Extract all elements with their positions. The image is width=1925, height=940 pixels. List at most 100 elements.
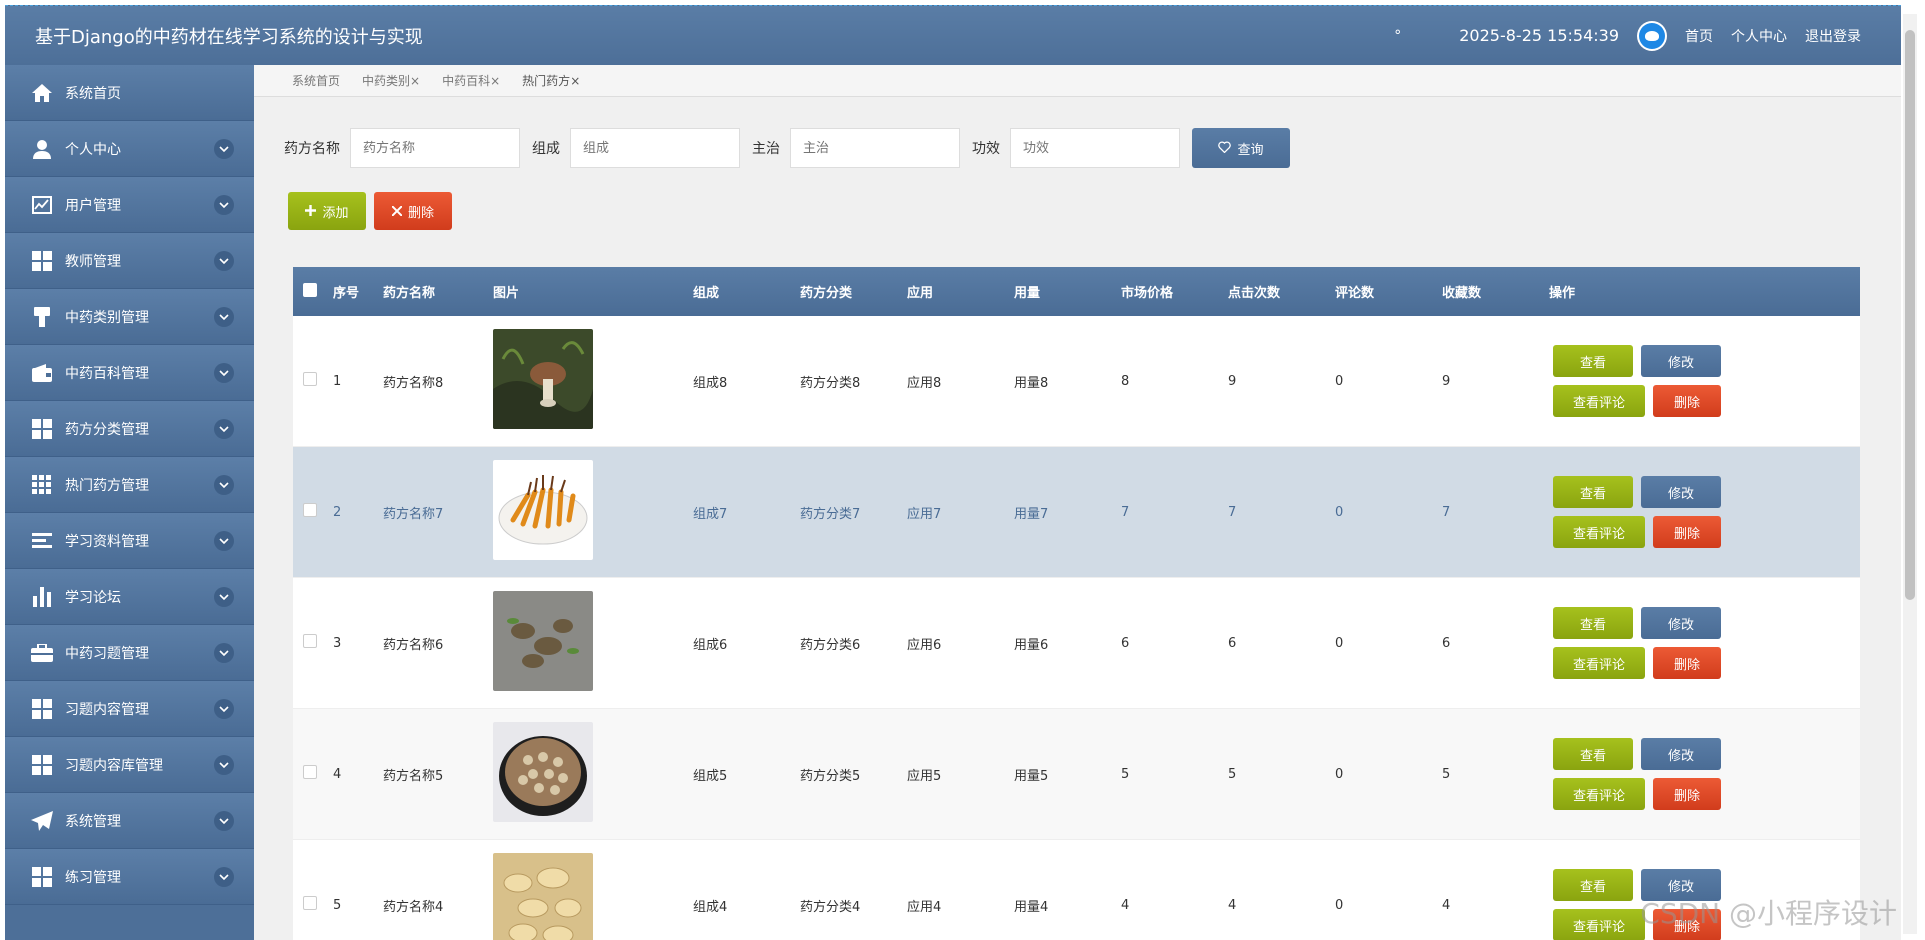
search-input-composition[interactable] xyxy=(570,128,740,168)
row-checkbox[interactable] xyxy=(303,372,317,386)
sidebar-item-11[interactable]: 习题内容管理 xyxy=(5,681,254,737)
tab-1[interactable]: 中药类别× xyxy=(362,72,420,89)
sidebar-item-10[interactable]: 中药习题管理 xyxy=(5,625,254,681)
sidebar-item-12[interactable]: 习题内容库管理 xyxy=(5,737,254,793)
sidebar-item-8[interactable]: 学习资料管理 xyxy=(5,513,254,569)
cell-composition: 组成5 xyxy=(693,768,728,784)
cell-price: 6 xyxy=(1121,635,1130,651)
page-scrollbar[interactable] xyxy=(1903,14,1917,934)
cell-favorites: 6 xyxy=(1442,635,1451,651)
row-delete-button[interactable]: 删除 xyxy=(1652,778,1721,810)
sidebar-item-6[interactable]: 药方分类管理 xyxy=(5,401,254,457)
delete-button[interactable]: 删除 xyxy=(374,192,452,230)
chevron-down-icon xyxy=(214,250,234,271)
view-comments-button[interactable]: 查看评论 xyxy=(1553,909,1645,940)
profile-link[interactable]: 个人中心 xyxy=(1731,26,1787,46)
table-row[interactable]: 5 药方名称4 组成4 药方分类4 应用4 用量4 4 4 0 4 查看 修改 查看评论 删除 xyxy=(293,840,1860,940)
sidebar-item-13[interactable]: 系统管理 xyxy=(5,793,254,849)
sidebar-item-7[interactable]: 热门药方管理 xyxy=(5,457,254,513)
sidebar-item-4[interactable]: 中药类别管理 xyxy=(5,289,254,345)
header-name: 药方名称 xyxy=(383,286,436,301)
row-delete-button[interactable]: 删除 xyxy=(1652,385,1721,417)
chevron-down-icon xyxy=(214,754,234,775)
edit-button[interactable]: 修改 xyxy=(1641,476,1721,508)
view-button[interactable]: 查看 xyxy=(1553,738,1633,770)
cell-index: 4 xyxy=(333,766,342,782)
tab-close-icon[interactable]: × xyxy=(410,74,420,88)
cell-comments: 0 xyxy=(1335,373,1344,389)
tab-2[interactable]: 中药百科× xyxy=(442,72,500,89)
sidebar-item-14[interactable]: 练习管理 xyxy=(5,849,254,905)
cell-clicks: 5 xyxy=(1228,766,1237,782)
cell-dosage: 用量8 xyxy=(1014,375,1049,391)
sidebar-item-2[interactable]: 用户管理 xyxy=(5,177,254,233)
edit-button[interactable]: 修改 xyxy=(1641,345,1721,377)
header-clicks: 点击次数 xyxy=(1228,286,1281,301)
view-button[interactable]: 查看 xyxy=(1553,345,1633,377)
row-checkbox[interactable] xyxy=(303,503,317,517)
chevron-down-icon xyxy=(214,362,234,383)
view-comments-button[interactable]: 查看评论 xyxy=(1553,647,1645,679)
action-bar: 添加 删除 xyxy=(288,192,452,230)
sidebar-item-label: 系统首页 xyxy=(65,85,121,102)
sidebar-item-5[interactable]: 中药百科管理 xyxy=(5,345,254,401)
tab-close-icon[interactable]: × xyxy=(570,74,580,88)
cell-index: 5 xyxy=(333,897,342,913)
view-button[interactable]: 查看 xyxy=(1553,869,1633,901)
sidebar-item-label: 学习论坛 xyxy=(65,589,121,606)
row-delete-button[interactable]: 删除 xyxy=(1652,647,1721,679)
view-button[interactable]: 查看 xyxy=(1553,607,1633,639)
table-row[interactable]: 1 药方名称8 组成8 药方分类8 应用8 用量8 8 9 0 9 查看 修改 查看评论 删除 xyxy=(293,316,1860,447)
edit-button[interactable]: 修改 xyxy=(1641,738,1721,770)
add-button[interactable]: 添加 xyxy=(288,192,366,230)
chevron-down-icon xyxy=(214,586,234,607)
cell-price: 5 xyxy=(1121,766,1130,782)
row-checkbox[interactable] xyxy=(303,634,317,648)
table-row[interactable]: 2 药方名称7 组成7 药方分类7 应用7 用量7 7 7 0 7 查看 修改 查看评论 删除 xyxy=(293,447,1860,578)
home-link[interactable]: 首页 xyxy=(1685,26,1713,46)
tab-3[interactable]: 热门药方× xyxy=(522,72,580,89)
sidebar-item-label: 中药百科管理 xyxy=(65,365,149,382)
row-checkbox[interactable] xyxy=(303,896,317,910)
cell-application: 应用4 xyxy=(907,899,942,915)
view-comments-button[interactable]: 查看评论 xyxy=(1553,516,1645,548)
row-delete-button[interactable]: 删除 xyxy=(1652,516,1721,548)
sidebar-item-1[interactable]: 个人中心 xyxy=(5,121,254,177)
sidebar-item-label: 中药类别管理 xyxy=(65,309,149,326)
search-input-efficacy[interactable] xyxy=(1010,128,1180,168)
cell-clicks: 7 xyxy=(1228,504,1237,520)
top-header: 基于Django的中药材在线学习系统的设计与实现 ° 2025-8-25 15:… xyxy=(5,5,1901,65)
row-checkbox[interactable] xyxy=(303,765,317,779)
cell-composition: 组成6 xyxy=(693,637,728,653)
view-comments-button[interactable]: 查看评论 xyxy=(1553,385,1645,417)
sidebar-item-9[interactable]: 学习论坛 xyxy=(5,569,254,625)
search-input-indication[interactable] xyxy=(790,128,960,168)
sidebar-item-label: 练习管理 xyxy=(65,869,121,886)
view-comments-button[interactable]: 查看评论 xyxy=(1553,778,1645,810)
table-row[interactable]: 3 药方名称6 组成6 药方分类6 应用6 用量6 6 6 0 6 查看 修改 查看评论 删除 xyxy=(293,578,1860,709)
cell-name: 药方名称4 xyxy=(383,899,444,915)
header-favorites: 收藏数 xyxy=(1442,286,1482,301)
cell-category: 药方分类6 xyxy=(800,637,861,653)
query-button[interactable]: 查询 xyxy=(1192,128,1290,168)
query-button-label: 查询 xyxy=(1237,141,1264,157)
search-label-name: 药方名称 xyxy=(284,141,340,157)
view-button[interactable]: 查看 xyxy=(1553,476,1633,508)
sidebar-item-0[interactable]: 系统首页 xyxy=(5,65,254,121)
select-all-checkbox[interactable] xyxy=(303,282,317,297)
avatar[interactable] xyxy=(1637,20,1667,51)
search-input-name[interactable] xyxy=(350,128,520,168)
paper-plane-icon xyxy=(31,810,53,832)
cell-comments: 0 xyxy=(1335,504,1344,520)
logout-link[interactable]: 退出登录 xyxy=(1805,26,1861,46)
tab-close-icon[interactable]: × xyxy=(490,74,500,88)
table-row[interactable]: 4 药方名称5 组成5 药方分类5 应用5 用量5 5 5 0 5 查看 修改 查看评论 删除 xyxy=(293,709,1860,840)
cell-comments: 0 xyxy=(1335,897,1344,913)
sidebar-item-3[interactable]: 教师管理 xyxy=(5,233,254,289)
tab-0[interactable]: 系统首页 xyxy=(292,72,340,89)
edit-button[interactable]: 修改 xyxy=(1641,607,1721,639)
chevron-down-icon xyxy=(214,306,234,327)
header-composition: 组成 xyxy=(693,286,720,301)
chevron-down-icon xyxy=(214,138,234,159)
main-content: 系统首页 中药类别× 中药百科× 热门药方× 药方名称 组成 主治 功效 查询 添加 … xyxy=(254,65,1901,940)
